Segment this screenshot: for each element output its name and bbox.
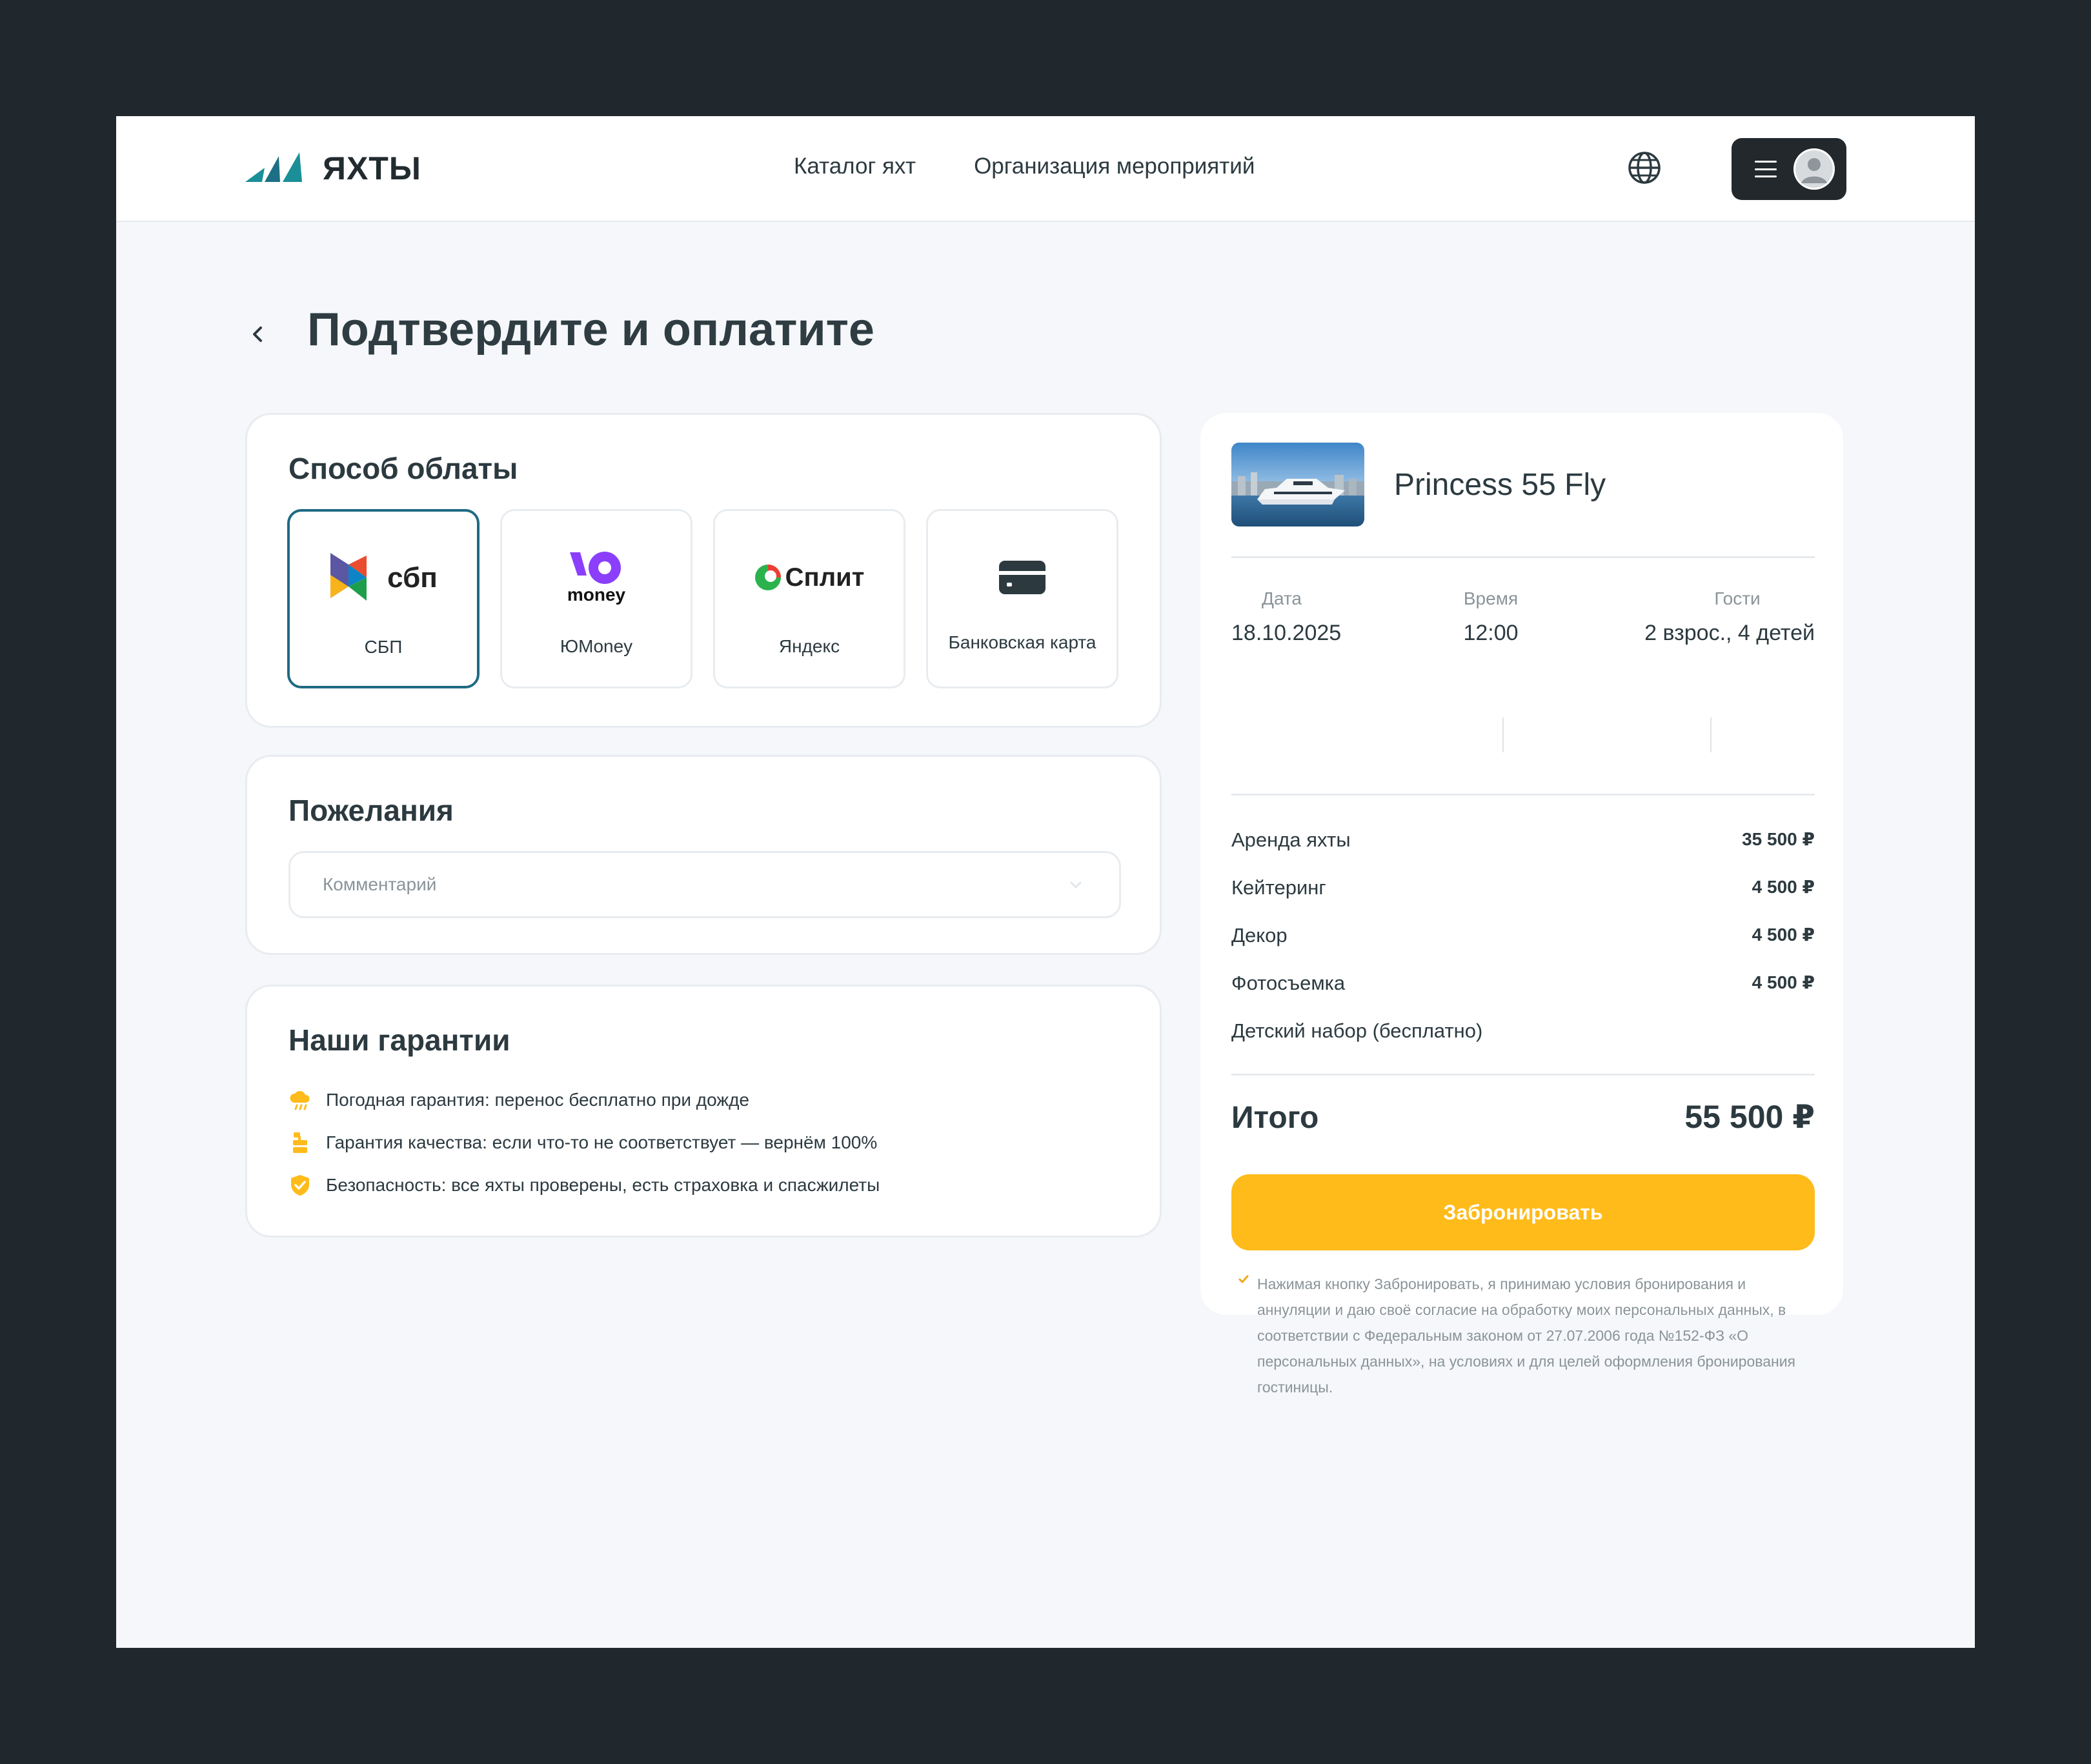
price-line: Аренда яхты 35 500 ₽ (1231, 828, 1815, 852)
brand-logo[interactable]: ЯХТЫ (245, 150, 421, 187)
chevron-down-icon[interactable] (1069, 880, 1083, 889)
line-amount: 35 500 ₽ (1742, 829, 1815, 849)
consent-text: Нажимая кнопку Забронировать, я принимаю… (1257, 1276, 1796, 1396)
price-line: Кейтеринг 4 500 ₽ (1231, 876, 1815, 899)
divider (1710, 717, 1712, 752)
app-frame: ЯХТЫ Каталог яхт Организация мероприятий (116, 116, 1975, 1648)
globe-icon[interactable] (1626, 150, 1662, 186)
wishes-card: Пожелания (245, 755, 1162, 955)
wishes-title: Пожелания (288, 794, 454, 827)
comment-input[interactable] (323, 853, 1058, 916)
guarantee-text: Гарантия качества: если что-то не соотве… (326, 1132, 878, 1152)
divider (1231, 1074, 1815, 1076)
book-button[interactable]: Забронировать (1231, 1174, 1815, 1250)
avatar (1793, 148, 1835, 190)
line-amount: 4 500 ₽ (1752, 972, 1815, 992)
divider (1502, 717, 1504, 752)
top-header: ЯХТЫ Каталог яхт Организация мероприятий (116, 116, 1975, 222)
line-name: Фотосъемка (1231, 972, 1346, 994)
time-info: Время 12:00 (1439, 588, 1542, 646)
payment-option-yoomoney[interactable]: money ЮMoney (500, 509, 692, 688)
guests-info: Гости 2 взрос., 4 детей (1634, 588, 1815, 646)
divider (1231, 794, 1815, 796)
price-line: Фотосъемка 4 500 ₽ (1231, 972, 1815, 995)
yacht-photo-icon (1231, 443, 1364, 526)
line-name: Аренда яхты (1231, 828, 1351, 851)
user-menu-button[interactable] (1732, 138, 1846, 200)
payment-option-label: Яндекс (778, 636, 840, 656)
line-name: Декор (1231, 924, 1288, 947)
total-row: Итого 55 500 ₽ (1231, 1098, 1815, 1136)
payment-method-card: Способ облаты сбп СБП money ЮMoney Сплит… (245, 413, 1162, 728)
yacht-thumbnail[interactable] (1231, 443, 1364, 526)
payment-option-label: СБП (364, 637, 403, 657)
yacht-name: Princess 55 Fly (1394, 468, 1606, 502)
payment-title: Способ облаты (288, 452, 518, 485)
payment-option-label: ЮMoney (560, 636, 633, 656)
nav-events[interactable]: Организация мероприятий (974, 154, 1255, 179)
back-arrow-icon[interactable] (245, 321, 271, 347)
guests-label: Гости (1714, 588, 1761, 608)
shield-check-icon (291, 1175, 309, 1196)
date-info: Дата 18.10.2025 (1231, 588, 1342, 646)
guarantee-item: Безопасность: все яхты проверены, есть с… (288, 1174, 880, 1197)
split-logo-icon: Сплит (715, 542, 904, 613)
line-amount: 4 500 ₽ (1752, 925, 1815, 945)
user-avatar-icon (1793, 148, 1835, 190)
guarantees-card: Наши гарантии Погодная гарантия: перенос… (245, 985, 1162, 1238)
nav-catalog[interactable]: Каталог яхт (794, 154, 916, 179)
time-label: Время (1463, 588, 1519, 608)
date-value: 18.10.2025 (1231, 621, 1342, 645)
divider (1231, 556, 1815, 558)
total-label: Итого (1231, 1101, 1319, 1135)
price-line: Декор 4 500 ₽ (1231, 924, 1815, 947)
main-nav: Каталог яхт Организация мероприятий (794, 154, 1255, 179)
guarantee-text: Погодная гарантия: перенос бесплатно при… (326, 1090, 750, 1110)
price-line: Детский набор (бесплатно) (1231, 1019, 1815, 1043)
sail-logo-icon (245, 152, 302, 182)
guarantee-text: Безопасность: все яхты проверены, есть с… (326, 1175, 880, 1195)
line-amount: 4 500 ₽ (1752, 877, 1815, 897)
time-value: 12:00 (1463, 621, 1519, 645)
line-name: Кейтеринг (1231, 876, 1326, 899)
page-title: Подтвердите и оплатите (307, 304, 874, 356)
line-name: Детский набор (бесплатно) (1231, 1019, 1483, 1042)
hamburger-icon (1755, 161, 1777, 177)
comment-field (288, 851, 1121, 918)
sbp-logo-icon: сбп (290, 543, 477, 614)
logo-text: ЯХТЫ (323, 150, 421, 186)
date-label: Дата (1261, 588, 1302, 608)
check-icon[interactable] (1238, 1274, 1249, 1285)
yoomoney-logo-icon: money (502, 542, 691, 613)
bank-card-icon (928, 542, 1116, 613)
guests-value: 2 взрос., 4 детей (1644, 621, 1815, 645)
order-summary-card: Princess 55 Fly Дата 18.10.2025 Время 12… (1200, 413, 1843, 1396)
weather-cloud-icon (290, 1090, 310, 1110)
payment-option-bank-card[interactable]: Банковская карта (926, 509, 1118, 688)
guarantee-item: Погодная гарантия: перенос бесплатно при… (288, 1088, 749, 1112)
payment-option-split[interactable]: Сплит Яндекс (713, 509, 905, 688)
payment-option-label: Банковская карта (948, 632, 1096, 652)
total-value: 55 500 ₽ (1684, 1099, 1815, 1135)
guarantee-item: Гарантия качества: если что-то не соотве… (288, 1131, 877, 1154)
payment-option-sbp[interactable]: сбп СБП (287, 509, 480, 688)
guarantees-title: Наши гарантии (288, 1023, 510, 1057)
quality-badge-icon (293, 1132, 307, 1153)
